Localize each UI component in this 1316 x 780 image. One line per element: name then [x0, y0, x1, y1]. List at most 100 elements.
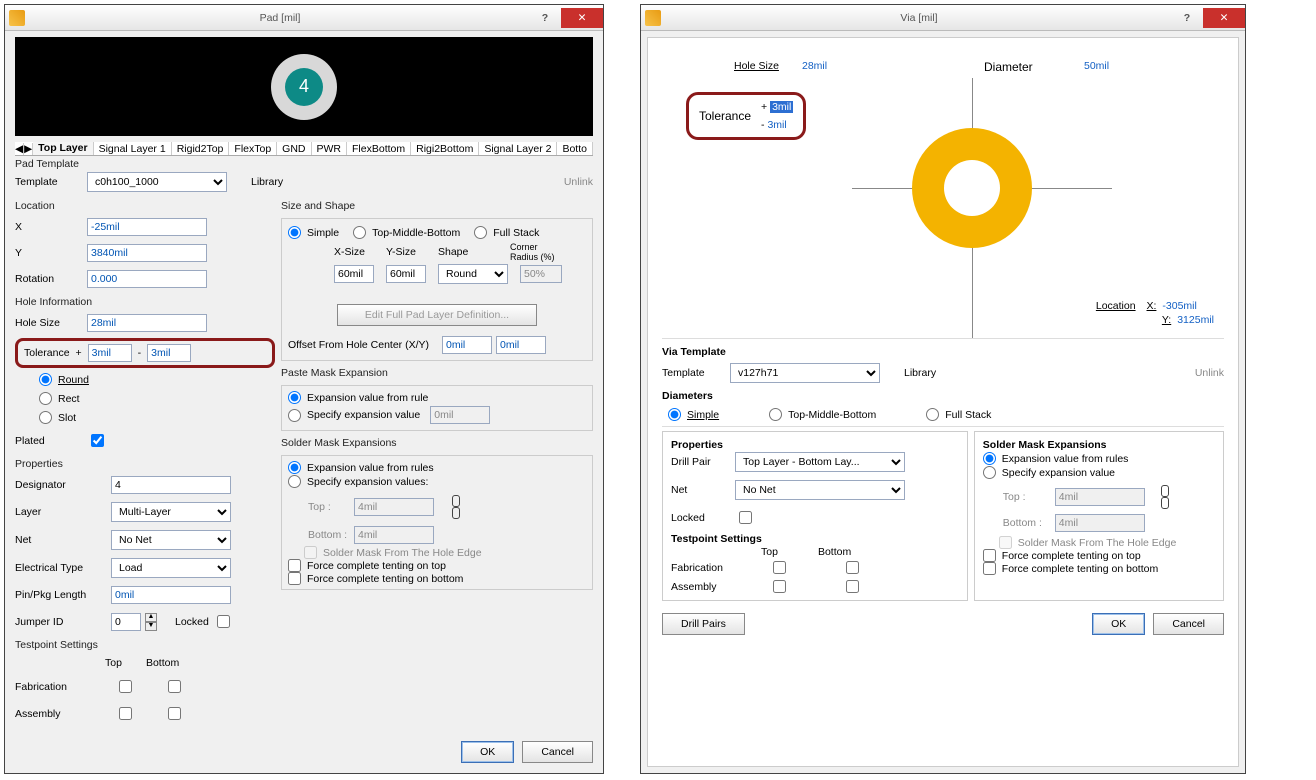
- tent-bottom-check[interactable]: [983, 562, 996, 575]
- unlink-link[interactable]: Unlink: [564, 176, 593, 188]
- ysize-input[interactable]: [386, 265, 426, 283]
- sm-specify-radio[interactable]: [983, 466, 996, 479]
- tab-scroll-right[interactable]: ▶: [24, 143, 33, 155]
- xsize-input[interactable]: [334, 265, 374, 283]
- ss-tmb-radio[interactable]: [353, 226, 366, 239]
- elec-type-select[interactable]: Load: [111, 558, 231, 578]
- designator-input[interactable]: [111, 476, 231, 494]
- jumper-input[interactable]: [111, 613, 141, 631]
- tp-fab-top[interactable]: [119, 680, 132, 693]
- library-label: Library: [904, 367, 936, 379]
- drill-pairs-button[interactable]: Drill Pairs: [662, 613, 745, 635]
- link-icon[interactable]: [450, 490, 462, 524]
- ok-button[interactable]: OK: [1092, 613, 1145, 635]
- tab[interactable]: Signal Layer 2: [479, 142, 557, 156]
- dia-simple-radio[interactable]: [668, 408, 681, 421]
- tp-fab-bottom[interactable]: [168, 680, 181, 693]
- tab[interactable]: Top Layer: [33, 142, 93, 156]
- help-button[interactable]: ?: [531, 12, 559, 24]
- sm-rules-radio[interactable]: [983, 452, 996, 465]
- tp-asm-top[interactable]: [119, 707, 132, 720]
- help-button[interactable]: ?: [1173, 12, 1201, 24]
- tol-plus-input[interactable]: [88, 344, 132, 362]
- sm-hole-edge-check: [304, 546, 317, 559]
- ss-simple-radio[interactable]: [288, 226, 301, 239]
- tp-bottom-col: Bottom: [146, 657, 179, 669]
- diameters-label: Diameters: [662, 390, 1224, 402]
- pad-preview-number: 4: [285, 68, 323, 106]
- sm-rules-radio[interactable]: [288, 461, 301, 474]
- tent-top-check[interactable]: [288, 559, 301, 572]
- unlink-link[interactable]: Unlink: [1195, 367, 1224, 379]
- jumper-label: Jumper ID: [15, 616, 107, 628]
- jumper-spinner[interactable]: ▲▼: [145, 613, 157, 631]
- sm-specify-radio[interactable]: [288, 475, 301, 488]
- diameter-value[interactable]: 50mil: [1084, 60, 1109, 72]
- net-label: Net: [15, 534, 107, 546]
- ok-button[interactable]: OK: [461, 741, 514, 763]
- link-icon[interactable]: [1159, 480, 1171, 514]
- edit-layer-def-button: Edit Full Pad Layer Definition...: [337, 304, 537, 326]
- pinpkg-input[interactable]: [111, 586, 231, 604]
- diameter-label: Diameter: [984, 60, 1033, 74]
- tab-scroll-left[interactable]: ◀: [15, 143, 24, 155]
- tol-minus-input[interactable]: [147, 344, 191, 362]
- offset-y-input[interactable]: [496, 336, 546, 354]
- y-input[interactable]: [87, 244, 207, 262]
- cancel-button[interactable]: Cancel: [522, 741, 593, 763]
- hole-size-input[interactable]: [87, 314, 207, 332]
- tent-top-check[interactable]: [983, 549, 996, 562]
- locked-check[interactable]: [739, 511, 752, 524]
- rotation-input[interactable]: [87, 270, 207, 288]
- tp-fab-bottom[interactable]: [846, 561, 859, 574]
- tolerance-highlight: Tolerance + 3mil - 3mil: [686, 92, 806, 140]
- layer-tabs[interactable]: ◀ ▶ Top Layer Signal Layer 1 Rigid2Top F…: [15, 142, 593, 156]
- net-select[interactable]: No Net: [735, 480, 905, 500]
- locked-check[interactable]: [217, 615, 230, 628]
- plated-check[interactable]: [91, 434, 104, 447]
- template-select[interactable]: v127h71: [730, 363, 880, 383]
- tab[interactable]: Signal Layer 1: [94, 142, 172, 156]
- hole-shape-rect[interactable]: [39, 392, 52, 405]
- dia-tmb-radio[interactable]: [769, 408, 782, 421]
- offset-x-input[interactable]: [442, 336, 492, 354]
- tp-asm-top[interactable]: [773, 580, 786, 593]
- x-input[interactable]: [87, 218, 207, 236]
- hole-size-label: Hole Size: [15, 317, 83, 329]
- tp-fab-label: Fabrication: [15, 681, 107, 693]
- hole-shape-round[interactable]: [39, 373, 52, 386]
- tp-fab-top[interactable]: [773, 561, 786, 574]
- hole-size-value[interactable]: 28mil: [802, 60, 827, 72]
- tab[interactable]: Rigi2Bottom: [411, 142, 479, 156]
- tab[interactable]: FlexBottom: [347, 142, 411, 156]
- corner-input: [520, 265, 562, 283]
- pm-specify-radio[interactable]: [288, 409, 301, 422]
- tp-asm-bottom[interactable]: [846, 580, 859, 593]
- pm-rule-radio[interactable]: [288, 391, 301, 404]
- tent-bottom-check[interactable]: [288, 572, 301, 585]
- ss-full-radio[interactable]: [474, 226, 487, 239]
- template-select[interactable]: c0h100_1000: [87, 172, 227, 192]
- tp-asm-bottom[interactable]: [168, 707, 181, 720]
- close-button[interactable]: ✕: [1203, 8, 1245, 28]
- titlebar: Via [mil] ? ✕: [641, 5, 1245, 31]
- tab[interactable]: PWR: [312, 142, 348, 156]
- tolerance-label: Tolerance: [24, 347, 70, 359]
- tol-minus-value[interactable]: 3mil: [767, 119, 786, 131]
- dia-full-radio[interactable]: [926, 408, 939, 421]
- tab[interactable]: Botto: [557, 142, 593, 156]
- layer-select[interactable]: Multi-Layer: [111, 502, 231, 522]
- cancel-button[interactable]: Cancel: [1153, 613, 1224, 635]
- tolerance-highlight: Tolerance + -: [15, 338, 275, 368]
- tab[interactable]: GND: [277, 142, 311, 156]
- hole-shape-slot[interactable]: [39, 411, 52, 424]
- close-button[interactable]: ✕: [561, 8, 603, 28]
- loc-y-value[interactable]: 3125mil: [1177, 314, 1214, 326]
- shape-select[interactable]: Round: [438, 264, 508, 284]
- tol-plus-value[interactable]: 3mil: [770, 101, 793, 113]
- tab[interactable]: FlexTop: [229, 142, 277, 156]
- loc-x-value[interactable]: -305mil: [1162, 300, 1196, 312]
- tab[interactable]: Rigid2Top: [172, 142, 230, 156]
- net-select[interactable]: No Net: [111, 530, 231, 550]
- drill-pair-select[interactable]: Top Layer - Bottom Lay...: [735, 452, 905, 472]
